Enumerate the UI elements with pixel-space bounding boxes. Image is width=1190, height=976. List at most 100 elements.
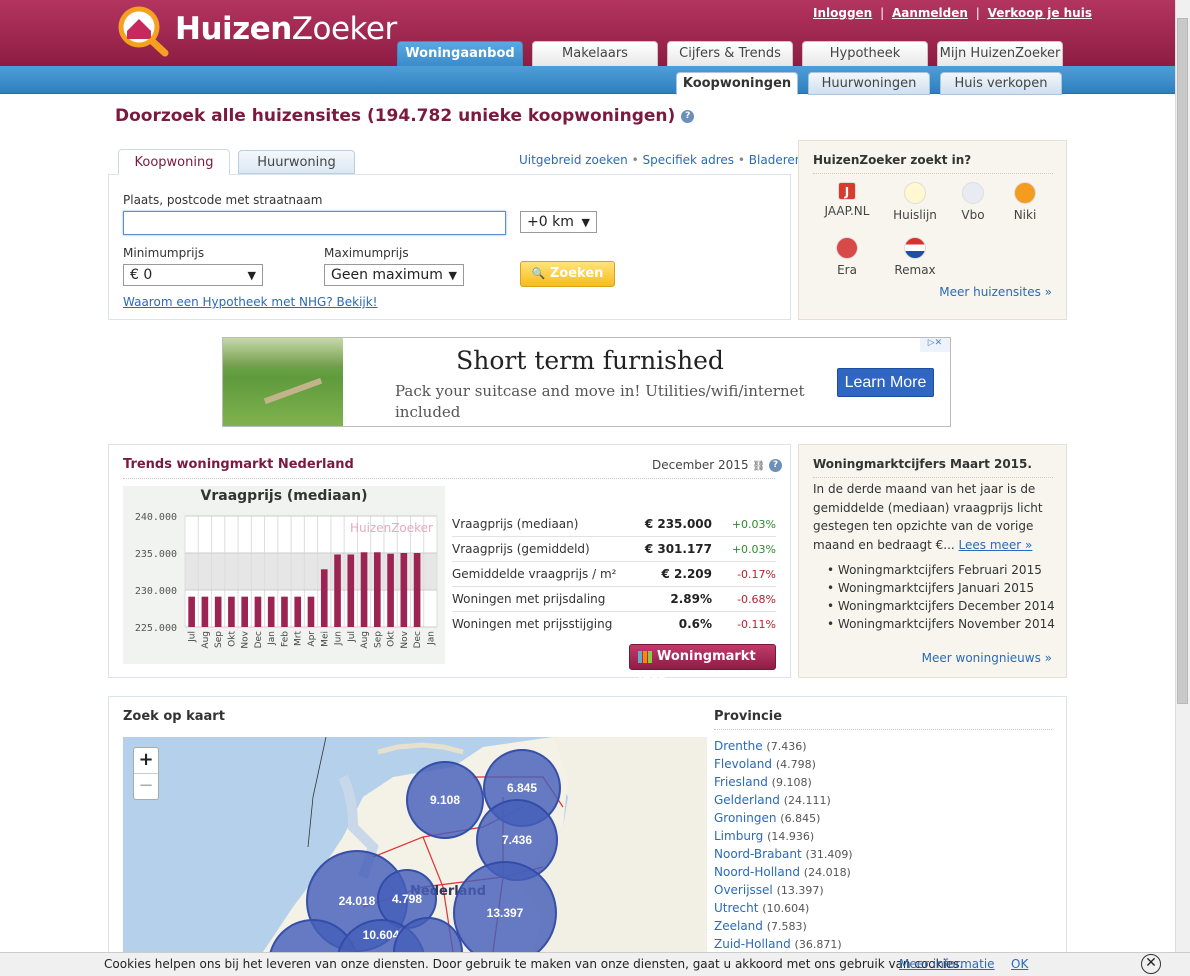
- province-item[interactable]: Zeeland (7.583): [714, 919, 807, 933]
- map-canvas[interactable]: Nederland 9.108 6.845 7.436 24.018 4.798…: [123, 737, 707, 952]
- chart-bar: [281, 596, 288, 627]
- province-link[interactable]: Flevoland: [714, 757, 772, 771]
- help-icon[interactable]: ?: [681, 109, 695, 123]
- stat-row: Gemiddelde vraagprijs / m² € 2.209 -0.17%: [452, 562, 776, 587]
- read-more-link[interactable]: Lees meer »: [959, 538, 1033, 552]
- tab-koopwoning[interactable]: Koopwoning: [118, 149, 230, 175]
- tab-woningaanbod[interactable]: Woningaanbod: [397, 41, 523, 67]
- max-price-select[interactable]: Geen maximum ▼: [324, 264, 464, 286]
- radius-select[interactable]: +0 km ▼: [520, 211, 597, 233]
- site-huislijn[interactable]: Huislijn: [890, 182, 940, 222]
- news-item[interactable]: • Woningmarktcijfers December 2014: [827, 599, 1055, 613]
- ad-learn-more-button[interactable]: Learn More: [837, 368, 934, 397]
- chart-bar: [241, 596, 248, 627]
- advanced-search-link[interactable]: Uitgebreid zoeken: [519, 153, 628, 167]
- x-tick-label: Sep: [373, 631, 383, 648]
- tab-cijfers-trends[interactable]: Cijfers & Trends: [667, 41, 793, 67]
- province-item[interactable]: Groningen (6.845): [714, 811, 820, 825]
- tab-makelaars[interactable]: Makelaars: [532, 41, 658, 67]
- cookie-more-info-link[interactable]: Meer informatie: [899, 953, 995, 976]
- site-niki[interactable]: Niki: [1000, 182, 1050, 222]
- x-tick-label: Nov: [241, 630, 251, 648]
- province-link[interactable]: Friesland: [714, 775, 768, 789]
- divider: [813, 173, 1053, 174]
- site-vbo[interactable]: Vbo: [948, 182, 998, 222]
- site-jaap[interactable]: J JAAP.NL: [822, 182, 872, 218]
- province-count: (24.018): [803, 866, 851, 879]
- province-link[interactable]: Noord-Brabant: [714, 847, 802, 861]
- login-link[interactable]: Inloggen: [813, 6, 872, 20]
- site-logo[interactable]: HuizenZoeker: [113, 5, 397, 57]
- search-button[interactable]: 🔍 Zoeken: [520, 261, 615, 287]
- min-price-select[interactable]: € 0 ▼: [123, 264, 263, 286]
- sites-title: HuizenZoeker zoekt in?: [813, 153, 972, 167]
- specific-address-link[interactable]: Specifiek adres: [643, 153, 735, 167]
- scrollbar-thumb[interactable]: [1177, 18, 1188, 704]
- province-link[interactable]: Gelderland: [714, 793, 780, 807]
- subtab-huurwoningen[interactable]: Huurwoningen: [808, 72, 930, 95]
- zoom-out-button[interactable]: −: [134, 774, 158, 799]
- province-link[interactable]: Drenthe: [714, 739, 763, 753]
- province-item[interactable]: Limburg (14.936): [714, 829, 814, 843]
- province-item[interactable]: Flevoland (4.798): [714, 757, 816, 771]
- province-item[interactable]: Friesland (9.108): [714, 775, 812, 789]
- subtab-huis-verkopen[interactable]: Huis verkopen: [940, 72, 1062, 95]
- page-title: Doorzoek alle huizensites (194.782 uniek…: [115, 106, 695, 126]
- province-link[interactable]: Zeeland: [714, 919, 763, 933]
- jaap-icon: J: [838, 182, 856, 200]
- chart-bar: [201, 596, 209, 627]
- news-item[interactable]: • Woningmarktcijfers Februari 2015: [827, 563, 1042, 577]
- x-tick-label: Aug: [201, 631, 211, 649]
- market-info-button[interactable]: Woningmarkt info: [629, 644, 776, 688]
- province-link[interactable]: Groningen: [714, 811, 776, 825]
- ad-banner[interactable]: Short term furnished Pack your suitcase …: [222, 337, 951, 427]
- sell-house-link[interactable]: Verkoop je huis: [988, 6, 1092, 20]
- close-icon[interactable]: ✕: [1141, 954, 1161, 974]
- province-link[interactable]: Zuid-Holland: [714, 937, 791, 951]
- province-item[interactable]: Gelderland (24.111): [714, 793, 831, 807]
- chart-bar: [374, 552, 381, 627]
- x-tick-label: Jan: [267, 631, 277, 646]
- province-item[interactable]: Zuid-Holland (36.871): [714, 937, 842, 951]
- register-link[interactable]: Aanmelden: [892, 6, 968, 20]
- tab-huurwoning[interactable]: Huurwoning: [238, 150, 355, 174]
- province-item[interactable]: Drenthe (7.436): [714, 739, 807, 753]
- stat-delta: -0.68%: [737, 593, 776, 606]
- cookie-ok-link[interactable]: OK: [1011, 953, 1028, 976]
- chart-bar: [307, 596, 315, 627]
- province-link[interactable]: Overijssel: [714, 883, 773, 897]
- news-item[interactable]: • Woningmarktcijfers November 2014: [827, 617, 1055, 631]
- site-era[interactable]: Era: [822, 237, 872, 277]
- province-item[interactable]: Overijssel (13.397): [714, 883, 824, 897]
- more-news-link[interactable]: Meer woningnieuws »: [922, 651, 1052, 665]
- tab-mijn-huizenzoeker[interactable]: Mijn HuizenZoeker: [937, 41, 1063, 67]
- chart-bar: [400, 553, 408, 627]
- place-label: Plaats, postcode met straatnaam: [123, 193, 323, 207]
- news-item[interactable]: • Woningmarktcijfers Januari 2015: [827, 581, 1034, 595]
- search-icon: 🔍: [531, 267, 546, 280]
- place-input[interactable]: [123, 211, 506, 235]
- more-sites-link[interactable]: Meer huizensites »: [939, 285, 1052, 299]
- link-icon[interactable]: ⛓: [752, 461, 765, 472]
- y-tick-label: 225.000: [135, 623, 177, 634]
- ad-image: [223, 338, 343, 426]
- tab-hypotheek[interactable]: Hypotheek: [802, 41, 928, 67]
- browse-link[interactable]: Bladeren: [749, 153, 803, 167]
- adchoices-icon[interactable]: ▷✕: [920, 338, 950, 352]
- nhg-link[interactable]: Waarom een Hypotheek met NHG? Bekijk!: [123, 295, 378, 309]
- help-icon[interactable]: ?: [768, 459, 782, 472]
- province-link[interactable]: Noord-Holland: [714, 865, 800, 879]
- province-item[interactable]: Noord-Brabant (31.409): [714, 847, 853, 861]
- zoom-in-button[interactable]: +: [134, 748, 158, 774]
- site-remax[interactable]: Remax: [890, 237, 940, 277]
- province-link[interactable]: Utrecht: [714, 901, 758, 915]
- divider: [813, 477, 1053, 478]
- map-cluster[interactable]: 9.108: [406, 761, 484, 839]
- subtab-koopwoningen[interactable]: Koopwoningen: [676, 72, 798, 95]
- province-count: (10.604): [762, 902, 810, 915]
- x-tick-label: Aug: [360, 631, 370, 649]
- province-item[interactable]: Noord-Holland (24.018): [714, 865, 851, 879]
- province-item[interactable]: Utrecht (10.604): [714, 901, 809, 915]
- chart-bar: [294, 596, 302, 627]
- province-link[interactable]: Limburg: [714, 829, 763, 843]
